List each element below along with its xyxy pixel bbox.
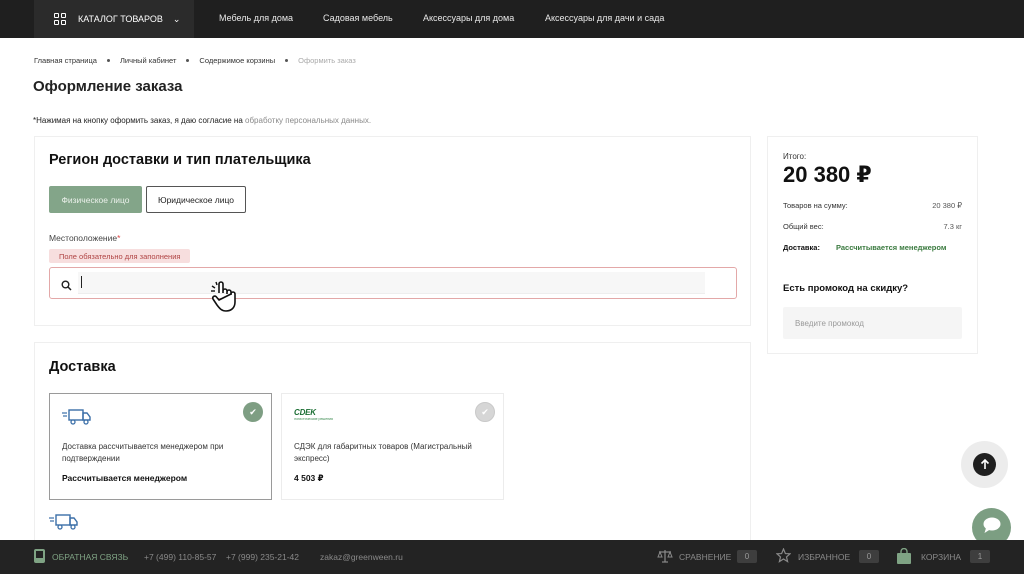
delivery-price: 4 503 ₽: [294, 473, 324, 483]
nav-link-home-furniture[interactable]: Мебель для дома: [219, 13, 293, 23]
nav-link-garden-furniture[interactable]: Садовая мебель: [323, 13, 393, 23]
delivery-price: Рассчитывается менеджером: [62, 473, 188, 483]
region-title: Регион доставки и тип плательщика: [49, 152, 311, 168]
promo-input[interactable]: Введите промокод: [783, 307, 962, 339]
total-label: Итого:: [783, 152, 807, 161]
catalog-label: КАТАЛОГ ТОВАРОВ: [78, 14, 163, 24]
consent-note: *Нажимая на кнопку оформить заказ, я даю…: [33, 116, 371, 125]
breadcrumb-current: Оформить заказ: [298, 56, 356, 65]
text-caret: [81, 276, 82, 288]
truck-icon: [49, 513, 79, 536]
breadcrumb-cart[interactable]: Содержимое корзины: [199, 56, 275, 65]
chat-icon: [982, 516, 1002, 539]
arrow-up-icon: [973, 453, 996, 476]
breadcrumb: Главная страница Личный кабинет Содержим…: [34, 56, 356, 65]
scales-icon: [657, 548, 673, 569]
cdek-logo: CDEK логистические решения: [294, 408, 333, 421]
phone-icon: [33, 548, 46, 569]
delivery-option-cdek[interactable]: CDEK логистические решения ✔ СДЭК для га…: [281, 393, 504, 500]
search-icon: [61, 278, 72, 296]
nav-link-home-accessories[interactable]: Аксессуары для дома: [423, 13, 514, 23]
check-icon: ✔: [243, 402, 263, 422]
grid-icon: [54, 13, 66, 25]
phone-link-1[interactable]: +7 (499) 110-85-57: [144, 552, 216, 562]
delivery-option-manager[interactable]: ✔ Доставка рассчитывается менеджером при…: [49, 393, 272, 500]
location-input[interactable]: [49, 267, 737, 299]
star-icon: [775, 547, 792, 568]
delivery-row: Доставка: Рассчитывается менеджером: [783, 243, 947, 252]
payer-individual-button[interactable]: Физическое лицо: [49, 186, 142, 213]
page-title: Оформление заказа: [33, 78, 183, 95]
nav-link-garden-accessories[interactable]: Аксессуары для дачи и сада: [545, 13, 664, 23]
delivery-desc: СДЭК для габаритных товаров (Магистральн…: [294, 442, 472, 463]
truck-icon: [62, 408, 92, 431]
compare-link[interactable]: СРАВНЕНИЕ: [679, 552, 731, 562]
breadcrumb-account[interactable]: Личный кабинет: [120, 56, 176, 65]
shopping-bag-icon: [896, 547, 912, 570]
consent-link[interactable]: обработку персональных данных.: [245, 116, 371, 125]
favorites-count: 0: [859, 550, 879, 563]
compare-count: 0: [737, 550, 757, 563]
payer-legal-button[interactable]: Юридическое лицо: [146, 186, 246, 213]
delivery-desc: Доставка рассчитывается менеджером при п…: [62, 442, 224, 463]
cart-count: 1: [970, 550, 990, 563]
error-badge: Поле обязательно для заполнения: [49, 249, 191, 263]
total-amount: 20 380 ₽: [783, 162, 872, 187]
scroll-top-button[interactable]: [961, 441, 1008, 488]
check-icon: ✔: [475, 402, 495, 422]
bottom-bar: ОБРАТНАЯ СВЯЗЬ +7 (499) 110-85-57 +7 (99…: [0, 540, 1024, 574]
catalog-button[interactable]: КАТАЛОГ ТОВАРОВ ⌄: [34, 0, 194, 38]
email-link[interactable]: zakaz@greenween.ru: [320, 552, 403, 562]
location-label: Местоположение*: [49, 233, 121, 243]
favorites-link[interactable]: ИЗБРАННОЕ: [798, 552, 850, 562]
promo-title: Есть промокод на скидку?: [783, 283, 909, 294]
weight-row: Общий вес: 7.3 кг: [783, 222, 962, 231]
feedback-link[interactable]: ОБРАТНАЯ СВЯЗЬ: [52, 552, 128, 562]
location-field[interactable]: [78, 272, 705, 294]
breadcrumb-home[interactable]: Главная страница: [34, 56, 97, 65]
goods-sum-row: Товаров на сумму: 20 380 ₽: [783, 201, 962, 210]
delivery-title: Доставка: [49, 359, 116, 375]
consent-text: *Нажимая на кнопку оформить заказ, я даю…: [33, 116, 246, 125]
phone-link-2[interactable]: +7 (999) 235-21-42: [226, 552, 299, 562]
chevron-down-icon: ⌄: [172, 13, 181, 24]
top-navigation: КАТАЛОГ ТОВАРОВ ⌄ Мебель для дома Садова…: [0, 0, 1024, 38]
hand-cursor-icon: [207, 279, 243, 320]
cart-link[interactable]: КОРЗИНА: [921, 552, 961, 562]
